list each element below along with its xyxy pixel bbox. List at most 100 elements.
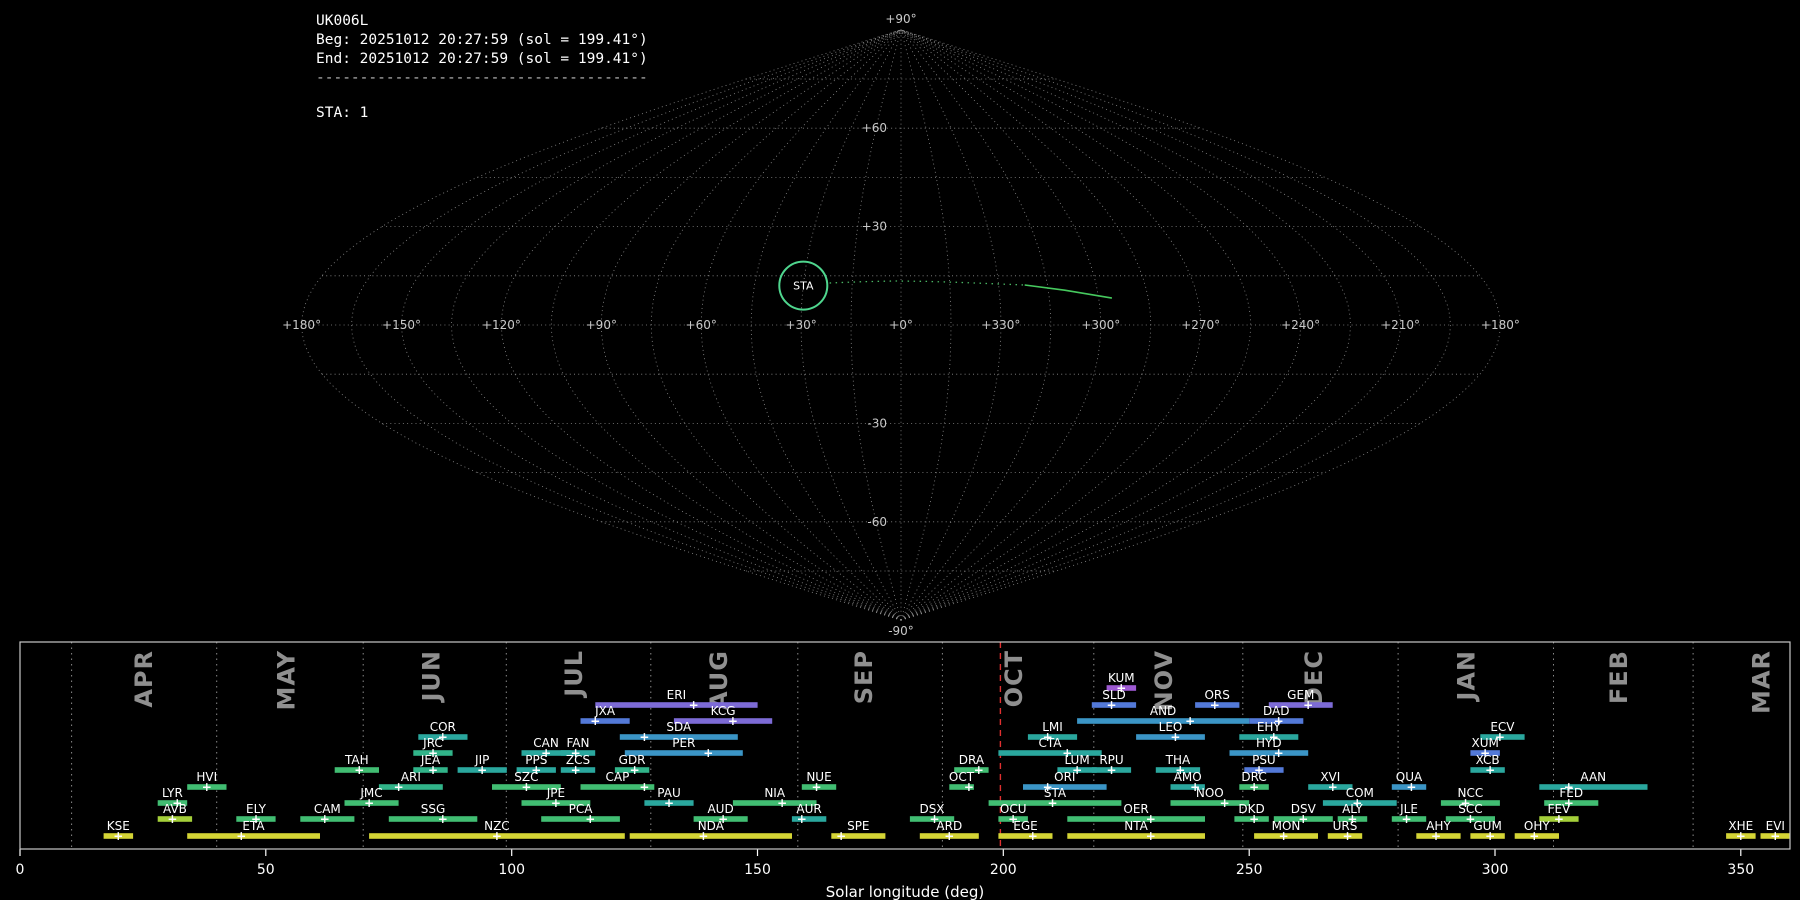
shower-ege: EGE+ xyxy=(998,819,1053,843)
peak-marker-icon: + xyxy=(1485,829,1495,843)
axis-tick-label: 250 xyxy=(1236,862,1263,878)
shower-hvi: HVI+ xyxy=(187,770,227,794)
peak-marker-icon: + xyxy=(698,829,708,843)
shower-xhe: XHE+ xyxy=(1726,819,1756,843)
shower-ssg: SSG+ xyxy=(388,802,478,826)
peak-marker-icon: + xyxy=(236,829,246,843)
month-label: OCT xyxy=(1000,650,1028,707)
peak-marker-icon: + xyxy=(477,763,487,777)
latitude-label: +60 xyxy=(862,121,887,135)
peak-marker-icon: + xyxy=(1431,829,1441,843)
shower-code-label: ERI xyxy=(667,688,686,702)
shower-code-label: AND xyxy=(1150,704,1176,718)
month-label: MAY xyxy=(273,650,301,711)
longitude-label: +180° xyxy=(1481,318,1520,332)
month-label: AUG xyxy=(705,650,733,710)
sta-marker-label: STA xyxy=(793,280,814,293)
peak-marker-icon: + xyxy=(1028,829,1038,843)
shower-code-label: SPE xyxy=(847,819,869,833)
peak-marker-icon: + xyxy=(1736,829,1746,843)
shower-jip: JIP+ xyxy=(457,753,507,777)
peak-marker-icon: + xyxy=(585,812,595,826)
longitude-label: +270° xyxy=(1181,318,1220,332)
peak-marker-icon: + xyxy=(689,698,699,712)
peak-marker-icon: + xyxy=(1342,829,1352,843)
shower-gum: GUM+ xyxy=(1470,819,1505,843)
month-label: APR xyxy=(130,650,158,708)
shower-dkd: DKD+ xyxy=(1234,802,1269,826)
shower-rpu: RPU+ xyxy=(1091,753,1132,777)
shower-tah: TAH+ xyxy=(334,753,379,777)
longitude-label: +300° xyxy=(1081,318,1120,332)
peak-marker-icon: + xyxy=(630,763,640,777)
sky-map: +90° -90° +60 +30 -30 -60 +180° +150° +120° +90° +… xyxy=(282,12,1520,638)
longitude-label: +180° xyxy=(282,318,321,332)
peak-marker-icon: + xyxy=(1401,812,1411,826)
peak-marker-icon: + xyxy=(1146,829,1156,843)
month-label: FEB xyxy=(1605,650,1633,704)
longitude-label: +120° xyxy=(482,318,521,332)
shower-nda: NDA+ xyxy=(629,819,792,843)
activity-bar xyxy=(1170,800,1250,806)
month-label: JAN xyxy=(1453,650,1481,703)
shower-code-label: ARI xyxy=(401,770,421,784)
activity-bar xyxy=(1539,784,1648,790)
radiant-drift-trail xyxy=(829,280,1113,299)
activity-bar xyxy=(187,833,320,839)
timeline-chart: APR MAY JUN JUL AUG SEP OCT NOV DEC JAN FEB MARKUM+… xyxy=(16,641,1791,900)
month-label: MAR xyxy=(1748,650,1776,714)
peak-marker-icon: + xyxy=(777,796,787,810)
peak-marker-icon: + xyxy=(1303,698,1313,712)
x-axis-title: Solar longitude (deg) xyxy=(826,883,984,900)
latitude-label: -30 xyxy=(867,416,887,430)
axis-tick-label: 50 xyxy=(257,862,275,878)
longitude-label: +330° xyxy=(981,318,1020,332)
peak-marker-icon: + xyxy=(202,780,212,794)
shower-mon: MON+ xyxy=(1254,819,1318,843)
peak-marker-icon: + xyxy=(836,829,846,843)
peak-marker-icon: + xyxy=(1406,780,1416,794)
peak-marker-icon: + xyxy=(1328,780,1338,794)
axis-tick-label: 350 xyxy=(1727,862,1754,878)
end-line: End: 20251012 20:27:59 (sol = 199.41°) xyxy=(316,51,648,67)
activity-bar xyxy=(541,816,620,822)
station-id: UK006L xyxy=(316,13,369,29)
shower-code-label: SDA xyxy=(666,720,692,734)
axis-tick-label: 300 xyxy=(1482,862,1509,878)
peak-marker-icon: + xyxy=(492,829,502,843)
peak-marker-icon: + xyxy=(1220,796,1230,810)
shower-aan: AAN+ xyxy=(1539,770,1648,794)
activity-bar xyxy=(1067,833,1205,839)
peak-marker-icon: + xyxy=(521,780,531,794)
shower-nta: NTA+ xyxy=(1067,819,1205,843)
shower-code-label: PER xyxy=(672,736,695,750)
axis-tick-label: 0 xyxy=(16,862,25,878)
shower-spe: SPE+ xyxy=(831,819,886,843)
shower-zcs: ZCS+ xyxy=(560,753,596,777)
peak-marker-icon: + xyxy=(1770,829,1780,843)
peak-marker-icon: + xyxy=(1529,829,1539,843)
peak-marker-icon: + xyxy=(364,796,374,810)
peak-marker-icon: + xyxy=(1210,698,1220,712)
peak-marker-icon: + xyxy=(1106,698,1116,712)
latitude-label: +30 xyxy=(862,220,887,234)
activity-bar xyxy=(378,784,443,790)
shower-code-label: CTA xyxy=(1039,736,1063,750)
longitude-label: +240° xyxy=(1281,318,1320,332)
month-label: SEP xyxy=(850,650,878,704)
shower-code-label: AAN xyxy=(1580,770,1606,784)
axis-tick-label: 150 xyxy=(744,862,771,878)
activity-bar xyxy=(998,833,1053,839)
shower-urs: URS+ xyxy=(1327,819,1363,843)
peak-marker-icon: + xyxy=(639,780,649,794)
shower-xcb: XCB+ xyxy=(1470,753,1505,777)
south-pole-label: -90° xyxy=(888,624,914,638)
peak-marker-icon: + xyxy=(1047,796,1057,810)
shower-ahy: AHY+ xyxy=(1416,819,1461,843)
month-label: JUN xyxy=(418,650,446,704)
axis-tick-label: 200 xyxy=(990,862,1017,878)
shower-aur: AUR+ xyxy=(791,802,827,826)
peak-marker-icon: + xyxy=(944,829,954,843)
longitude-label: +150° xyxy=(382,318,421,332)
shower-evi: EVI+ xyxy=(1760,819,1790,843)
